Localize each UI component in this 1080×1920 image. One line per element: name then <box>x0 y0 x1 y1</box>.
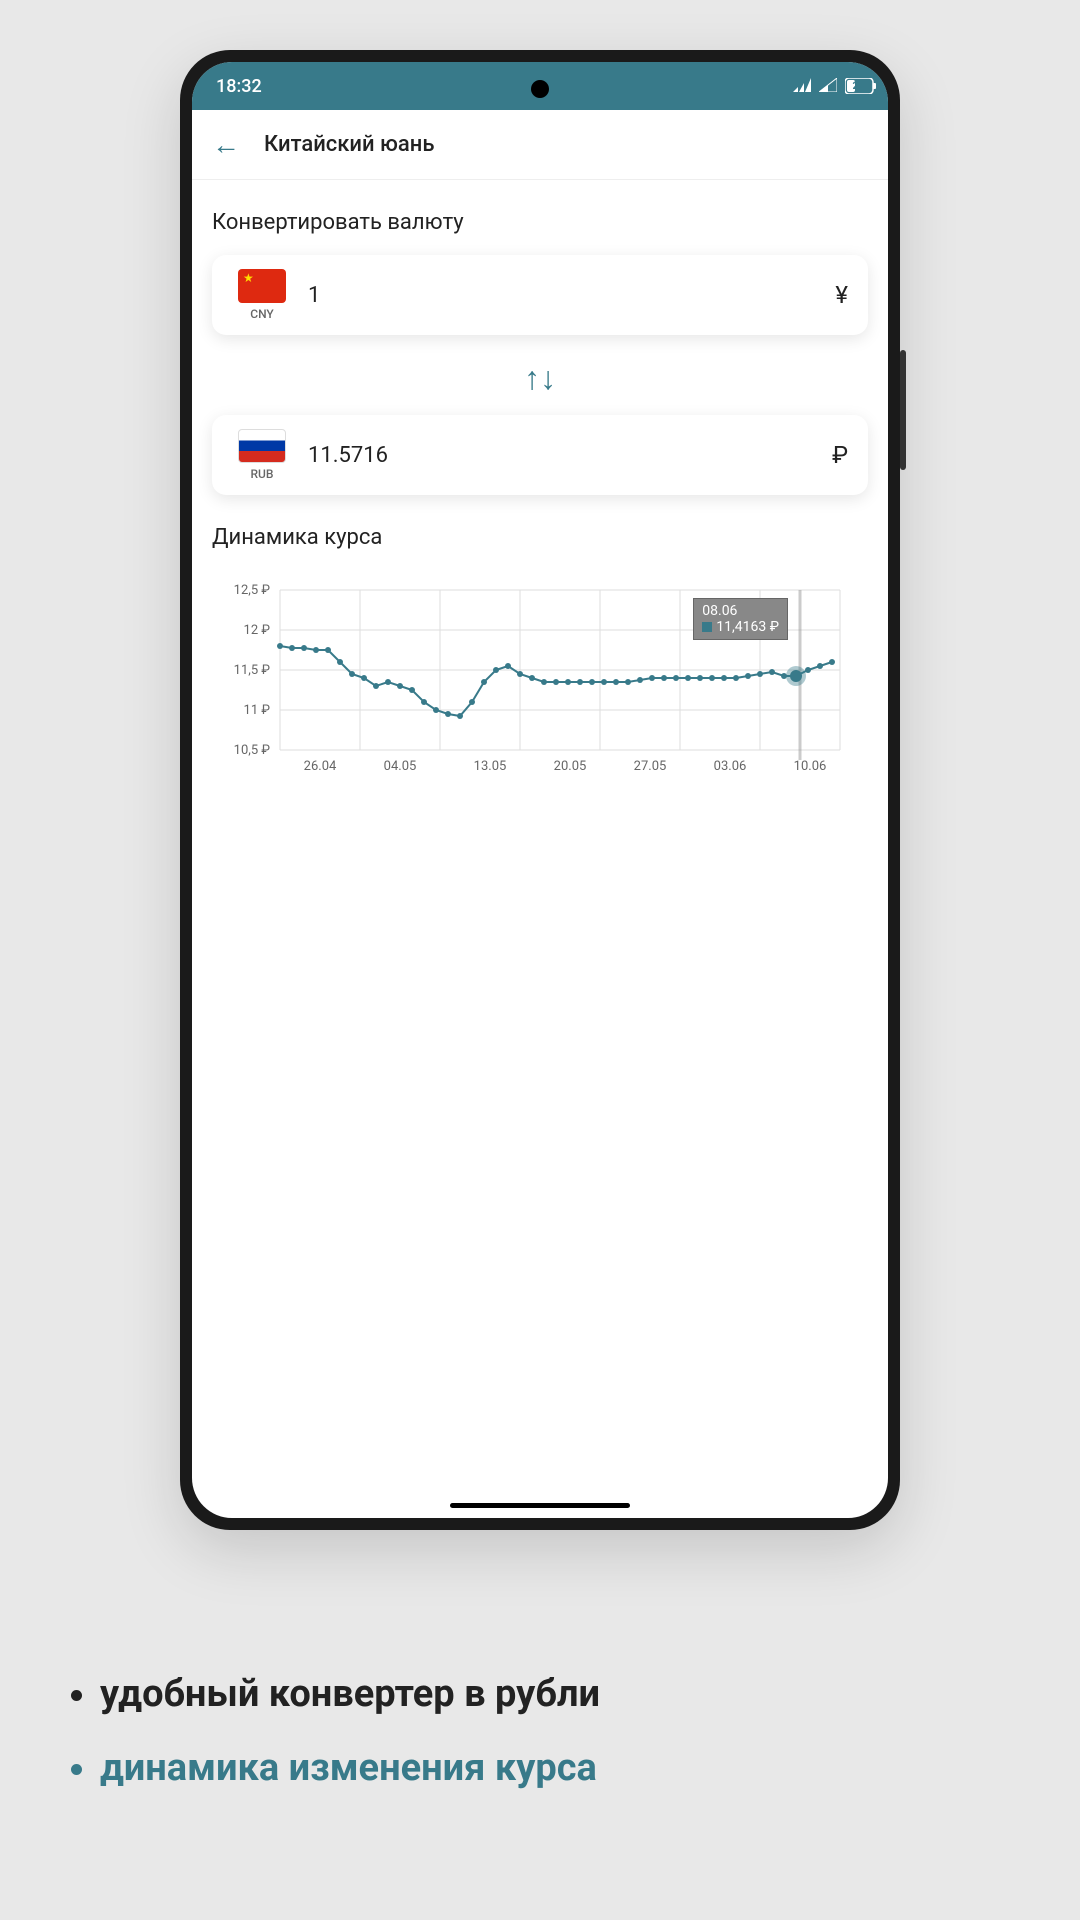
chart-title: Динамика курса <box>212 525 868 550</box>
back-arrow-icon[interactable]: ← <box>212 128 240 161</box>
signal-icon-2 <box>819 76 837 97</box>
app-header: ← Китайский юань <box>192 110 888 180</box>
y-tick-1: 12 ₽ <box>244 623 271 638</box>
chart-tooltip: 08.06 11,4163 ₽ <box>693 598 788 640</box>
status-right: 28 <box>793 76 864 97</box>
phone-side-button <box>900 350 906 470</box>
x-tick-5: 03.06 <box>714 759 747 774</box>
signal-icon <box>793 76 811 97</box>
x-tick-3: 20.05 <box>554 759 587 774</box>
from-flag-block: CNY <box>232 269 292 321</box>
x-tick-2: 13.05 <box>474 759 507 774</box>
cny-flag-icon <box>238 269 286 303</box>
y-tick-2: 11,5 ₽ <box>234 663 271 678</box>
y-tick-4: 10,5 ₽ <box>234 743 271 758</box>
tooltip-date: 08.06 <box>702 603 779 619</box>
converter-title: Конвертировать валюту <box>212 210 868 235</box>
feature-item-2: динамика изменения курса <box>100 1746 600 1790</box>
battery-icon: 28 <box>845 78 864 94</box>
to-currency-value[interactable]: 11.5716 <box>292 443 832 468</box>
to-flag-block: RUB <box>232 429 292 481</box>
status-time: 18:32 <box>216 76 262 97</box>
x-tick-4: 27.05 <box>634 759 667 774</box>
rate-chart[interactable]: 12,5 ₽ 12 ₽ 11,5 ₽ 11 ₽ 10,5 ₽ 26.04 04.… <box>212 570 868 794</box>
x-tick-6: 10.06 <box>794 759 827 774</box>
tooltip-value: 11,4163 ₽ <box>716 619 779 635</box>
feature-list: удобный конвертер в рубли динамика измен… <box>100 1672 600 1820</box>
swap-button[interactable]: ↑↓ <box>212 349 868 415</box>
phone-camera <box>531 80 549 98</box>
rub-flag-icon <box>238 429 286 463</box>
battery-level: 28 <box>853 81 864 92</box>
x-tick-1: 04.05 <box>384 759 417 774</box>
from-currency-value[interactable]: 1 <box>292 283 835 308</box>
phone-frame: 18:32 28 ← Китайский юань Конвертировать… <box>180 50 900 1530</box>
currency-to-card[interactable]: RUB 11.5716 ₽ <box>212 415 868 495</box>
page-title: Китайский юань <box>264 132 434 157</box>
currency-from-card[interactable]: CNY 1 ¥ <box>212 255 868 335</box>
feature-item-1: удобный конвертер в рубли <box>100 1672 600 1716</box>
content-area: Конвертировать валюту CNY 1 ¥ ↑↓ RUB 11.… <box>192 180 888 814</box>
x-tick-0: 26.04 <box>304 759 337 774</box>
y-tick-0: 12,5 ₽ <box>234 583 271 598</box>
to-currency-code: RUB <box>251 467 274 481</box>
y-tick-3: 11 ₽ <box>244 703 271 718</box>
from-currency-code: CNY <box>250 307 274 321</box>
to-currency-symbol: ₽ <box>832 441 848 469</box>
phone-screen: 18:32 28 ← Китайский юань Конвертировать… <box>192 62 888 1518</box>
home-indicator[interactable] <box>450 1503 630 1508</box>
tooltip-color-icon <box>702 622 712 632</box>
from-currency-symbol: ¥ <box>835 281 848 309</box>
